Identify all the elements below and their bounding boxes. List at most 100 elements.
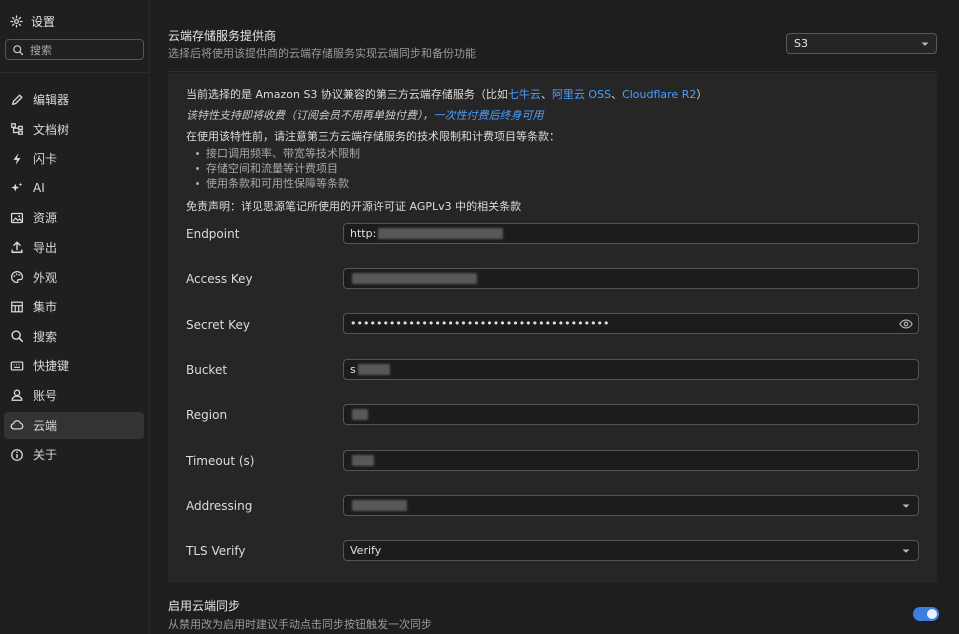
redacted-value bbox=[352, 455, 374, 466]
sidebar-item-ai[interactable]: AI bbox=[4, 175, 144, 202]
s3-config-panel: 当前选择的是 Amazon S3 协议兼容的第三方云端存储服务（比如七牛云、阿里… bbox=[168, 73, 937, 583]
sidebar-item-label: 闪卡 bbox=[33, 152, 58, 167]
user-icon bbox=[11, 389, 23, 402]
list-item: 使用条款和可用性保障等条款 bbox=[196, 176, 360, 191]
sidebar-item-label: 导出 bbox=[33, 240, 58, 255]
search-placeholder: 搜索 bbox=[30, 43, 52, 57]
provider-select-value: S3 bbox=[794, 37, 808, 50]
provider-select[interactable]: S3 bbox=[786, 33, 937, 54]
keyboard-icon bbox=[10, 361, 24, 371]
sidebar-item-label: 资源 bbox=[33, 211, 58, 226]
s3-intro: 当前选择的是 Amazon S3 协议兼容的第三方云端存储服务（比如七牛云、阿里… bbox=[186, 86, 707, 102]
sidebar-item-label: 云端 bbox=[33, 418, 58, 433]
separator: 、 bbox=[611, 88, 623, 101]
access-key-label: Access Key bbox=[186, 272, 253, 286]
addressing-label: Addressing bbox=[186, 499, 253, 513]
addressing-select[interactable] bbox=[343, 495, 919, 516]
terms-intro: 在使用该特性前，请注意第三方云端存储服务的技术限制和计费项目等条款： bbox=[186, 130, 560, 143]
bucket-label: Bucket bbox=[186, 363, 228, 377]
tree-icon bbox=[11, 123, 23, 135]
lightning-icon bbox=[13, 153, 21, 165]
provider-subtitle: 选择后将使用该提供商的云端存储服务实现云端同步和备份功能 bbox=[168, 47, 476, 60]
sidebar-item-bazaar[interactable]: 集市 bbox=[4, 293, 144, 320]
disclaimer: 免责声明：详见思源笔记所使用的开源许可证 AGPLv3 中的相关条款 bbox=[186, 200, 522, 213]
pencil-icon bbox=[11, 94, 23, 105]
cloud-sync-title: 启用云端同步 bbox=[168, 599, 241, 613]
palette-icon bbox=[11, 271, 24, 284]
bucket-value: s bbox=[350, 363, 356, 376]
list-item: 存储空间和流量等计费项目 bbox=[196, 161, 360, 176]
sidebar-item-about[interactable]: 关于 bbox=[4, 441, 144, 468]
cloud-sync-subtitle: 从禁用改为启用时建议手动点击同步按钮触发一次同步 bbox=[168, 618, 432, 631]
s3-intro-suffix: ） bbox=[696, 88, 708, 101]
cloud-sync-toggle[interactable] bbox=[913, 607, 939, 621]
redacted-value bbox=[357, 364, 390, 375]
endpoint-field[interactable]: http: bbox=[343, 223, 919, 244]
upload-icon bbox=[11, 241, 23, 254]
link-qiniu[interactable]: 七牛云 bbox=[508, 88, 541, 101]
redacted-value bbox=[352, 409, 368, 420]
tls-verify-label: TLS Verify bbox=[186, 544, 246, 558]
link-aliyun-oss[interactable]: 阿里云 OSS bbox=[552, 88, 611, 101]
region-field[interactable] bbox=[343, 404, 919, 425]
section-divider bbox=[168, 71, 937, 72]
secret-key-value: •••••••••••••••••••••••••••••••••••••••• bbox=[350, 317, 610, 330]
s3-intro-text: 当前选择的是 Amazon S3 协议兼容的第三方云端存储服务（比如 bbox=[186, 88, 508, 101]
sidebar-item-label: 搜索 bbox=[33, 329, 58, 344]
bucket-field[interactable]: s bbox=[343, 359, 919, 380]
sidebar-item-assets[interactable]: 资源 bbox=[4, 204, 144, 231]
sidebar-search-input[interactable]: 搜索 bbox=[5, 39, 144, 60]
sidebar-item-search[interactable]: 搜索 bbox=[4, 323, 144, 350]
sidebar-item-appearance[interactable]: 外观 bbox=[4, 264, 144, 291]
chevron-down-icon bbox=[902, 504, 910, 508]
sidebar: 设置 搜索 编辑器 文档树 闪卡 AI 资源 导出 外观 集市 搜索 快捷键 账… bbox=[0, 0, 150, 634]
endpoint-value: http: bbox=[350, 227, 377, 240]
settings-header: 设置 bbox=[10, 12, 55, 30]
sidebar-item-keymap[interactable]: 快捷键 bbox=[4, 352, 144, 379]
timeout-label: Timeout (s) bbox=[186, 454, 255, 468]
search-icon bbox=[13, 44, 24, 55]
sidebar-item-editor[interactable]: 编辑器 bbox=[4, 86, 144, 113]
eye-icon[interactable] bbox=[899, 318, 913, 330]
separator: 、 bbox=[540, 88, 552, 101]
sidebar-item-doc-tree[interactable]: 文档树 bbox=[4, 116, 144, 143]
tls-verify-value: Verify bbox=[350, 544, 382, 557]
sidebar-item-label: 文档树 bbox=[33, 122, 70, 137]
sparkle-icon bbox=[11, 183, 23, 192]
sidebar-item-export[interactable]: 导出 bbox=[4, 234, 144, 261]
paid-notice-link[interactable]: 一次性付费后终身可用 bbox=[434, 109, 544, 122]
sidebar-item-label: 集市 bbox=[33, 300, 58, 315]
image-icon bbox=[10, 212, 24, 224]
secret-key-field[interactable]: •••••••••••••••••••••••••••••••••••••••• bbox=[343, 313, 919, 334]
endpoint-label: Endpoint bbox=[186, 227, 240, 241]
sidebar-item-label: 关于 bbox=[33, 448, 58, 463]
redacted-value bbox=[352, 500, 407, 511]
redacted-value bbox=[378, 228, 504, 239]
link-cloudflare-r2[interactable]: Cloudflare R2 bbox=[622, 88, 696, 101]
sidebar-item-account[interactable]: 账号 bbox=[4, 382, 144, 409]
timeout-field[interactable] bbox=[343, 450, 919, 471]
search-icon bbox=[11, 330, 24, 343]
store-icon bbox=[11, 301, 23, 313]
secret-key-label: Secret Key bbox=[186, 318, 250, 332]
sidebar-item-cloud[interactable]: 云端 bbox=[4, 411, 144, 439]
tls-verify-select[interactable]: Verify bbox=[343, 540, 919, 561]
paid-notice-text: 该特性支持即将收费（订阅会员不用再单独付费）， bbox=[186, 109, 434, 122]
provider-title: 云端存储服务提供商 bbox=[168, 29, 277, 43]
sidebar-divider bbox=[0, 72, 150, 73]
sidebar-item-label: 外观 bbox=[33, 270, 58, 285]
sidebar-nav: 编辑器 文档树 闪卡 AI 资源 导出 外观 集市 搜索 快捷键 账号 云端 关… bbox=[4, 86, 144, 471]
redacted-value bbox=[352, 273, 477, 284]
sidebar-item-label: 编辑器 bbox=[33, 93, 70, 107]
sidebar-item-flashcard[interactable]: 闪卡 bbox=[4, 145, 144, 172]
settings-title: 设置 bbox=[31, 14, 56, 29]
cloud-icon bbox=[10, 420, 24, 430]
chevron-down-icon bbox=[921, 42, 929, 46]
access-key-field[interactable] bbox=[343, 268, 919, 289]
chevron-down-icon bbox=[902, 549, 910, 553]
info-icon bbox=[11, 448, 23, 461]
gear-icon bbox=[10, 14, 23, 28]
sidebar-item-label: AI bbox=[33, 181, 45, 196]
main-content: 云端存储服务提供商 选择后将使用该提供商的云端存储服务实现云端同步和备份功能 S… bbox=[150, 0, 959, 634]
sidebar-item-label: 账号 bbox=[33, 388, 58, 403]
